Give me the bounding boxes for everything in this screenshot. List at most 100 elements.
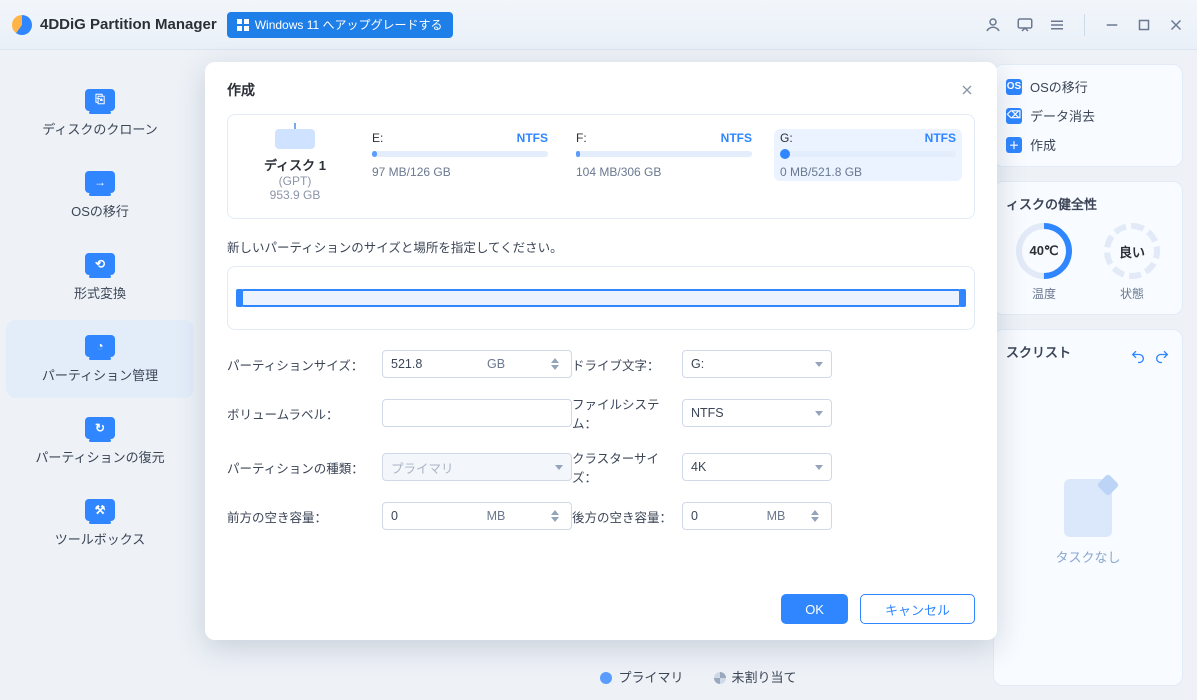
op-create[interactable]: ＋ 作成 [1006, 135, 1170, 154]
volume-label-input[interactable] [382, 399, 572, 427]
op-label: データ消去 [1030, 106, 1095, 125]
os-migrate-small-icon: OS [1006, 79, 1022, 95]
cluster-size-label: クラスターサイズ： [572, 448, 682, 486]
disk-overview: ディスク 1 (GPT) 953.9 GB E: NTFS 97 MB/126 … [227, 114, 975, 219]
filesystem: NTFS [517, 131, 548, 145]
op-label: OSの移行 [1030, 77, 1088, 96]
os-migrate-icon: → [85, 171, 115, 193]
cluster-size-select[interactable]: 4K [682, 453, 832, 481]
stepper-icon [551, 358, 563, 370]
drive-letter-select[interactable]: G: [682, 350, 832, 378]
feedback-icon[interactable] [1016, 16, 1034, 34]
redo-button[interactable] [1154, 346, 1170, 367]
windows-icon [237, 19, 249, 31]
sidebar-item-os-migrate[interactable]: → OSの移行 [6, 156, 194, 234]
chevron-down-icon [815, 411, 823, 416]
op-os-migrate[interactable]: OS OSの移行 [1006, 77, 1170, 96]
size-span-visualizer [227, 266, 975, 330]
instruction-text: 新しいパーティションのサイズと場所を指定してください。 [227, 237, 975, 256]
sidebar-item-label: 形式変換 [74, 283, 126, 302]
volume-label-label: ボリュームラベル： [227, 404, 382, 423]
op-erase-data[interactable]: ⌫ データ消去 [1006, 106, 1170, 125]
create-partition-dialog: 作成 ディスク 1 (GPT) 953.9 GB E: NTFS 97 MB/1… [205, 62, 997, 640]
health-title: ィスクの健全性 [1006, 194, 1170, 213]
disk-health-panel: ィスクの健全性 40℃ 温度 良い 状態 [993, 181, 1183, 315]
disk-name: ディスク 1 [240, 155, 350, 174]
partition-recover-icon: ↻ [85, 417, 115, 439]
filesystem: NTFS [925, 131, 956, 145]
dialog-title: 作成 [227, 80, 255, 100]
sidebar-item-format-convert[interactable]: ⟲ 形式変換 [6, 238, 194, 316]
upgrade-label: Windows 11 へアップグレードする [255, 16, 443, 33]
undo-button[interactable] [1130, 346, 1146, 367]
window-close-button[interactable] [1167, 16, 1185, 34]
partition-g[interactable]: G: NTFS 0 MB/521.8 GB [774, 129, 962, 181]
stepper-icon [551, 510, 563, 522]
partition-type-label: パーティションの種類： [227, 458, 382, 477]
sidebar-item-disk-clone[interactable]: ⎘ ディスクのクローン [6, 74, 194, 152]
create-icon: ＋ [1006, 137, 1022, 153]
cancel-button[interactable]: キャンセル [860, 594, 975, 624]
disk-clone-icon: ⎘ [85, 89, 115, 111]
status-label: 状態 [1098, 285, 1166, 302]
dialog-close-button[interactable] [959, 82, 975, 98]
stepper-icon [811, 510, 823, 522]
unalloc-after-label: 後方の空き容量： [572, 507, 682, 526]
window-minimize-button[interactable] [1103, 16, 1121, 34]
titlebar-separator [1084, 14, 1085, 36]
op-label: 作成 [1030, 135, 1056, 154]
drive-letter-label: ドライブ文字： [572, 355, 682, 374]
app-title: 4DDiG Partition Manager [40, 16, 217, 33]
temperature-value: 40℃ [1022, 229, 1066, 273]
status-gauge: 良い 状態 [1098, 223, 1166, 302]
temperature-label: 温度 [1010, 285, 1078, 302]
sidebar-item-label: パーティション管理 [42, 365, 158, 384]
unalloc-before-label: 前方の空き容量： [227, 507, 382, 526]
usage: 104 MB/306 GB [576, 165, 752, 179]
usage: 0 MB/521.8 GB [780, 165, 956, 179]
chevron-down-icon [815, 465, 823, 470]
erase-icon: ⌫ [1006, 108, 1022, 124]
tasks-empty-label: タスクなし [1055, 547, 1120, 566]
legend-bar: プライマリ 未割り当て [200, 658, 1197, 694]
temperature-gauge: 40℃ 温度 [1010, 223, 1078, 302]
partition-e[interactable]: E: NTFS 97 MB/126 GB [366, 129, 554, 181]
app-logo-icon [12, 15, 32, 35]
partition-size-input[interactable]: 521.8 GB [382, 350, 572, 378]
partition-f[interactable]: F: NTFS 104 MB/306 GB [570, 129, 758, 181]
unalloc-before-input[interactable]: 0 MB [382, 502, 572, 530]
usage: 97 MB/126 GB [372, 165, 548, 179]
drive-letter: E: [372, 131, 383, 145]
window-maximize-button[interactable] [1135, 16, 1153, 34]
account-icon[interactable] [984, 16, 1002, 34]
disk-size: 953.9 GB [240, 188, 350, 202]
legend-primary: プライマリ [600, 667, 683, 686]
partition-size-label: パーティションサイズ： [227, 355, 382, 374]
filesystem: NTFS [721, 131, 752, 145]
disk-icon [275, 129, 315, 149]
sidebar-item-toolbox[interactable]: ⚒ ツールボックス [6, 484, 194, 562]
sidebar: ⎘ ディスクのクローン → OSの移行 ⟲ 形式変換 ◔ パーティション管理 ↻… [0, 50, 200, 700]
sidebar-item-partition-recover[interactable]: ↻ パーティションの復元 [6, 402, 194, 480]
filesystem-label: ファイルシステム： [572, 394, 682, 432]
upgrade-windows11-button[interactable]: Windows 11 へアップグレードする [227, 12, 453, 38]
status-value: 良い [1110, 229, 1154, 273]
drive-letter: G: [780, 131, 793, 145]
operations-panel: OS OSの移行 ⌫ データ消去 ＋ 作成 [993, 64, 1183, 167]
sidebar-item-label: ツールボックス [55, 529, 146, 548]
partition-manage-icon: ◔ [85, 335, 115, 357]
sidebar-item-label: パーティションの復元 [35, 447, 164, 466]
tasks-title: スクリスト [1006, 342, 1071, 361]
span-handle[interactable] [240, 289, 962, 307]
empty-tasks-icon [1064, 479, 1112, 537]
chevron-down-icon [555, 465, 563, 470]
partition-type-select: プライマリ [382, 453, 572, 481]
ok-button[interactable]: OK [781, 594, 848, 624]
unalloc-after-input[interactable]: 0 MB [682, 502, 832, 530]
menu-icon[interactable] [1048, 16, 1066, 34]
format-convert-icon: ⟲ [85, 253, 115, 275]
filesystem-select[interactable]: NTFS [682, 399, 832, 427]
disk-type: (GPT) [240, 174, 350, 188]
sidebar-item-partition-manage[interactable]: ◔ パーティション管理 [6, 320, 194, 398]
legend-unallocated: 未割り当て [714, 667, 797, 686]
